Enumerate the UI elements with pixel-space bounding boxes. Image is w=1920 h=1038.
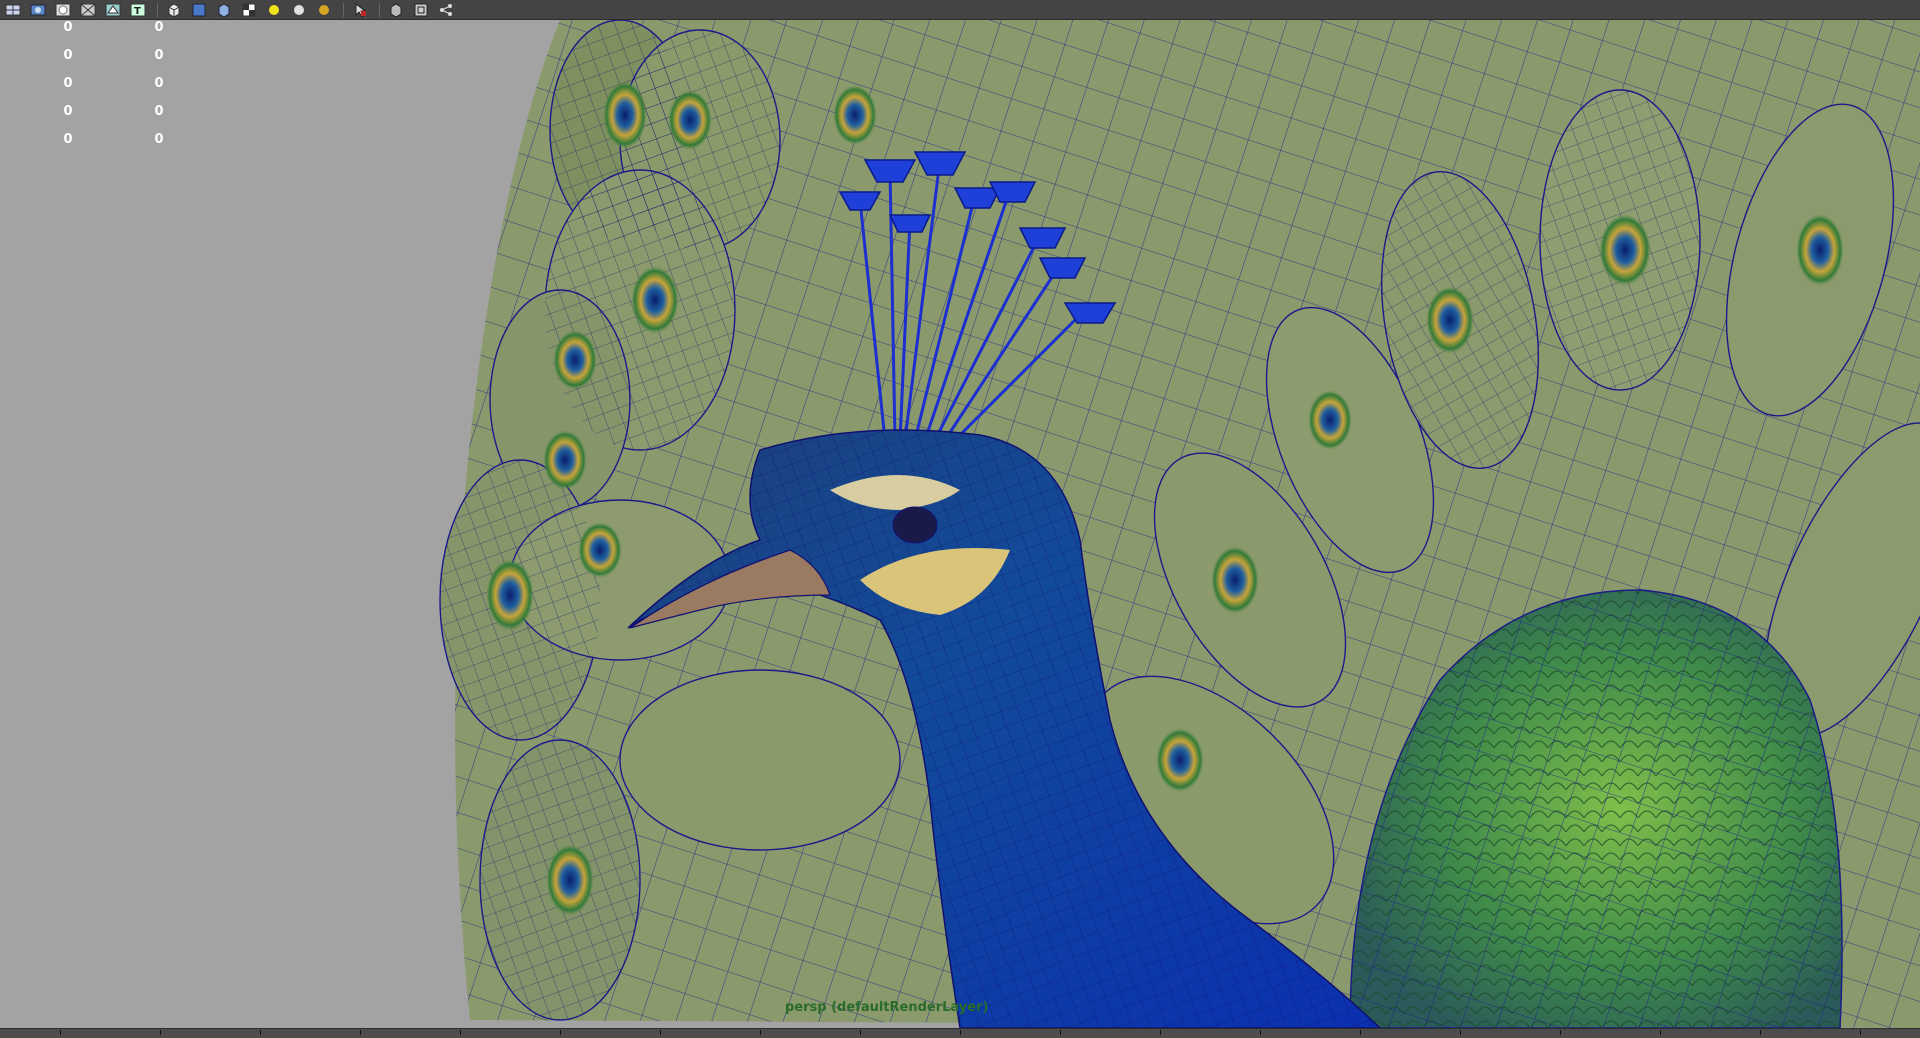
- hud-value: 0: [63, 104, 73, 119]
- texture-t-icon[interactable]: T: [127, 1, 149, 19]
- light-gold-icon[interactable]: [313, 1, 335, 19]
- cube-icon[interactable]: [163, 1, 185, 19]
- select-cursor-icon[interactable]: [349, 1, 371, 19]
- light-white-icon[interactable]: [288, 1, 310, 19]
- hud-value: 0: [63, 132, 73, 147]
- tick-mark: [1260, 1030, 1261, 1035]
- tick-mark: [960, 1030, 961, 1035]
- tick-mark: [860, 1030, 861, 1035]
- film-gate-icon[interactable]: [410, 1, 432, 19]
- viewport-toolbar: T: [0, 0, 1920, 20]
- tick-mark: [560, 1030, 561, 1035]
- peacock-model[interactable]: [0, 20, 1920, 1028]
- hud-value: 0: [154, 76, 164, 91]
- camera-icon[interactable]: [27, 1, 49, 19]
- 3d-viewport[interactable]: 0 0 0 0 0 0 0 0 0 0 persp (defaultRender…: [0, 20, 1920, 1028]
- light-yellow-icon[interactable]: [263, 1, 285, 19]
- toolbar-divider: [157, 2, 158, 17]
- toolbar-divider: [379, 2, 380, 17]
- tick-mark: [1860, 1030, 1861, 1035]
- sphere-icon[interactable]: [52, 1, 74, 19]
- svg-text:T: T: [134, 6, 141, 17]
- camera-label: persp (defaultRenderLayer): [785, 1000, 989, 1015]
- tick-mark: [1660, 1030, 1661, 1035]
- textured-icon[interactable]: [102, 1, 124, 19]
- grid-icon[interactable]: [2, 1, 24, 19]
- tick-mark: [1460, 1030, 1461, 1035]
- cube-lit-icon[interactable]: [213, 1, 235, 19]
- hud-value: 0: [63, 76, 73, 91]
- eye: [892, 506, 938, 544]
- tick-mark: [1160, 1030, 1161, 1035]
- tick-mark: [1360, 1030, 1361, 1035]
- cube-outline-icon[interactable]: [385, 1, 407, 19]
- hud-value: 0: [63, 20, 73, 35]
- share-icon[interactable]: [435, 1, 457, 19]
- tick-mark: [460, 1030, 461, 1035]
- hud-value: 0: [154, 20, 164, 35]
- checker-icon[interactable]: [238, 1, 260, 19]
- wireframe-icon[interactable]: [77, 1, 99, 19]
- hud-value: 0: [154, 48, 164, 63]
- hud-value: 0: [154, 132, 164, 147]
- tick-mark: [760, 1030, 761, 1035]
- tick-mark: [60, 1030, 61, 1035]
- toolbar-divider: [343, 2, 344, 17]
- hud-value: 0: [154, 104, 164, 119]
- hud-value: 0: [63, 48, 73, 63]
- tick-mark: [260, 1030, 261, 1035]
- tick-mark: [1760, 1030, 1761, 1035]
- tick-mark: [1560, 1030, 1561, 1035]
- tick-mark: [660, 1030, 661, 1035]
- tick-mark: [1060, 1030, 1061, 1035]
- tick-mark: [160, 1030, 161, 1035]
- cube-shaded-icon[interactable]: [188, 1, 210, 19]
- time-slider[interactable]: [0, 1028, 1920, 1038]
- tick-mark: [360, 1030, 361, 1035]
